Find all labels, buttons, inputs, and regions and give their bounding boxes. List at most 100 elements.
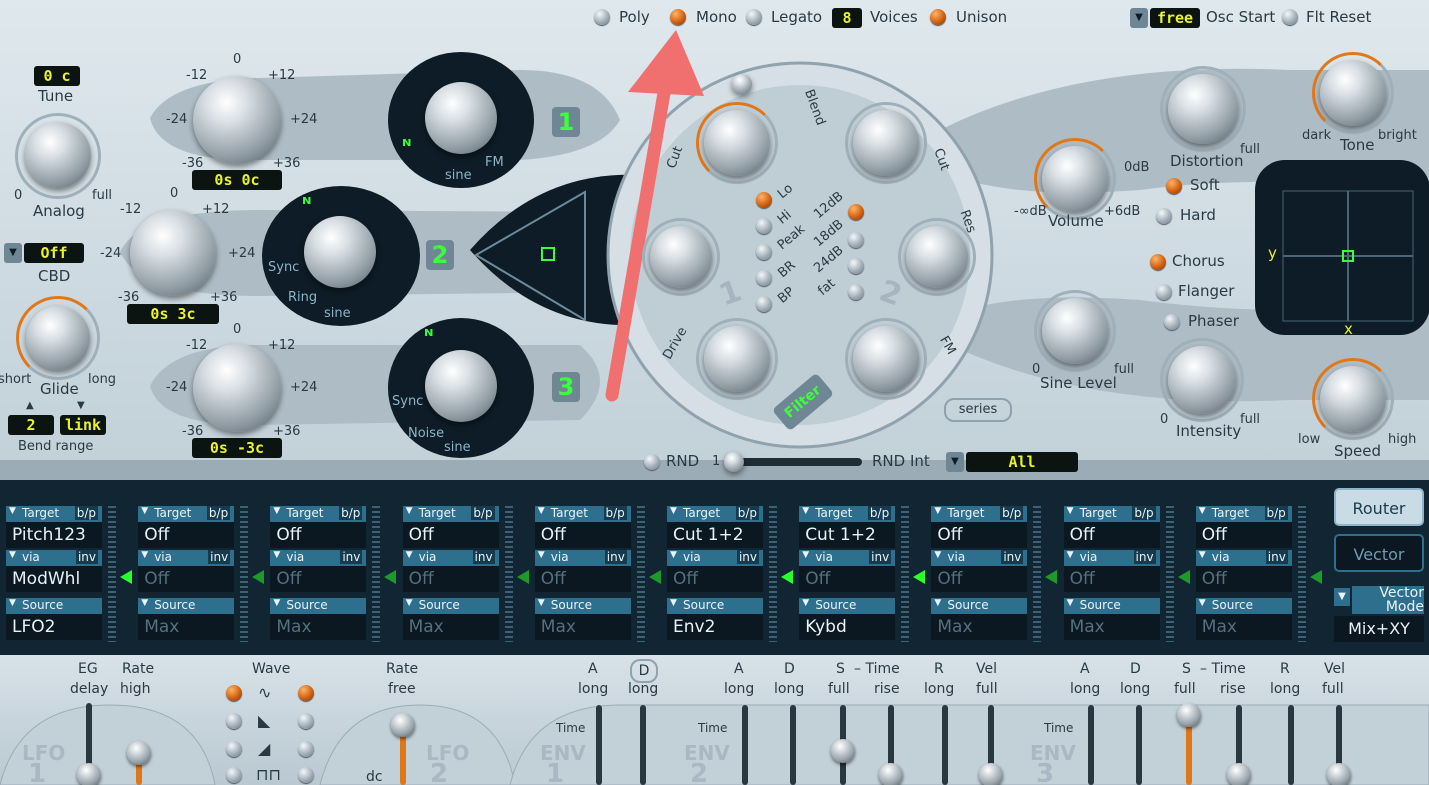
intensity-knob[interactable] (1168, 346, 1236, 414)
flt-reset-led[interactable] (1282, 9, 1298, 25)
filter-mode-br-led[interactable] (756, 270, 772, 286)
cbd-dropdown-icon[interactable]: ▼ (4, 243, 22, 263)
mod-intensity-meter[interactable] (504, 506, 513, 642)
bend-down-field[interactable]: 2 (8, 415, 54, 435)
slot-via-value[interactable]: Off (1195, 566, 1292, 592)
rnd-target-field[interactable]: All (966, 452, 1078, 472)
inv-toggle[interactable]: inv (75, 550, 98, 564)
slot-source-value[interactable]: Max (138, 614, 235, 640)
mod-amount-arrow-icon[interactable] (516, 570, 529, 584)
slot-via-value[interactable]: ModWhl (6, 566, 102, 592)
lfo1-rate-fader-handle[interactable] (127, 741, 151, 765)
env2-rise-fader-handle[interactable] (879, 763, 903, 785)
env1-d-fader-track[interactable] (640, 705, 646, 785)
cbd-field[interactable]: Off (24, 243, 84, 263)
target-dropdown-icon[interactable]: ▼ (406, 506, 413, 516)
mod-intensity-meter[interactable] (636, 506, 645, 642)
phaser-led[interactable] (1164, 314, 1180, 330)
slot-source-value[interactable]: LFO2 (6, 614, 102, 640)
slope-fat-led[interactable] (848, 284, 864, 300)
bend-down-arrow-icon[interactable]: ▼ (77, 400, 85, 411)
rnd-target-dropdown-icon[interactable]: ▼ (946, 452, 964, 472)
tune-field[interactable]: 0 c (34, 66, 80, 86)
bp-toggle[interactable]: b/p (471, 506, 495, 520)
target-dropdown-icon[interactable]: ▼ (670, 506, 677, 516)
slot-target-value[interactable]: Off (534, 522, 631, 548)
filter-mode-bp-led[interactable] (756, 296, 772, 312)
rnd-led[interactable] (644, 454, 660, 470)
voices-field[interactable]: 8 (832, 8, 862, 28)
via-dropdown-icon[interactable]: ▼ (934, 550, 941, 560)
slot-target-value[interactable]: Off (1063, 522, 1160, 548)
source-dropdown-icon[interactable]: ▼ (802, 598, 809, 608)
source-dropdown-icon[interactable]: ▼ (538, 598, 545, 608)
via-dropdown-icon[interactable]: ▼ (9, 550, 16, 560)
vector-mode-field[interactable]: Mix+XY (1334, 616, 1424, 642)
osc1-number[interactable]: 1 (552, 107, 580, 137)
bp-toggle[interactable]: b/p (603, 506, 627, 520)
env3-s-fader-track[interactable] (1186, 725, 1192, 785)
slot-via-value[interactable]: Off (799, 566, 896, 592)
slot-target-value[interactable]: Off (270, 522, 367, 548)
legato-led[interactable] (746, 9, 762, 25)
osc3-tune-knob[interactable] (193, 344, 281, 432)
slot-source-header[interactable]: ▼ Source (402, 598, 499, 614)
bend-up-field[interactable]: link (60, 415, 106, 435)
mod-amount-arrow-icon[interactable] (1309, 570, 1322, 584)
via-dropdown-icon[interactable]: ▼ (141, 550, 148, 560)
env2-a-fader-track[interactable] (742, 705, 748, 785)
env1-a-fader-track[interactable] (596, 705, 602, 785)
slot-source-header[interactable]: ▼ Source (534, 598, 631, 614)
bp-toggle[interactable]: b/p (1264, 506, 1288, 520)
poly-led[interactable] (594, 9, 610, 25)
res2-knob[interactable] (906, 226, 968, 288)
slot-source-header[interactable]: ▼ Source (138, 598, 235, 614)
target-dropdown-icon[interactable]: ▼ (273, 506, 280, 516)
target-dropdown-icon[interactable]: ▼ (802, 506, 809, 516)
slot-source-value[interactable]: Max (270, 614, 367, 640)
mod-amount-arrow-icon[interactable] (1045, 570, 1058, 584)
unison-led[interactable] (930, 9, 946, 25)
env3-r-fader-track[interactable] (1288, 705, 1294, 785)
lfo2-wave-led[interactable] (298, 685, 314, 701)
source-dropdown-icon[interactable]: ▼ (1067, 598, 1074, 608)
slot-target-value[interactable]: Off (1195, 522, 1292, 548)
target-dropdown-icon[interactable]: ▼ (1067, 506, 1074, 516)
osc-start-dropdown-icon[interactable]: ▼ (1130, 8, 1148, 28)
source-dropdown-icon[interactable]: ▼ (934, 598, 941, 608)
mono-led[interactable] (670, 9, 686, 25)
vector-xy-pad[interactable] (1283, 191, 1413, 321)
via-dropdown-icon[interactable]: ▼ (406, 550, 413, 560)
via-dropdown-icon[interactable]: ▼ (802, 550, 809, 560)
slot-source-value[interactable]: Max (402, 614, 499, 640)
bp-toggle[interactable]: b/p (1000, 506, 1024, 520)
inv-toggle[interactable]: inv (736, 550, 759, 564)
filter-blend-slider[interactable] (732, 74, 752, 94)
osc1-tune-knob[interactable] (193, 76, 281, 164)
slot-target-header[interactable]: ▼ Target b/p (799, 506, 896, 522)
inv-toggle[interactable]: inv (1265, 550, 1288, 564)
source-dropdown-icon[interactable]: ▼ (9, 598, 16, 608)
slot-via-value[interactable]: Off (931, 566, 1028, 592)
mod-amount-arrow-icon[interactable] (1177, 570, 1190, 584)
source-dropdown-icon[interactable]: ▼ (273, 598, 280, 608)
target-dropdown-icon[interactable]: ▼ (934, 506, 941, 516)
slot-via-value[interactable]: Off (534, 566, 631, 592)
bp-toggle[interactable]: b/p (867, 506, 892, 520)
mod-intensity-meter[interactable] (1165, 506, 1174, 642)
router-button[interactable]: Router (1334, 488, 1424, 526)
filter-fm-knob[interactable] (853, 326, 919, 392)
rnd-int-slider-track[interactable] (724, 458, 862, 466)
slot-source-value[interactable]: Max (931, 614, 1028, 640)
mod-amount-arrow-icon[interactable] (252, 570, 265, 584)
vector-button[interactable]: Vector (1334, 534, 1424, 572)
slope-18db-led[interactable] (848, 232, 864, 248)
speed-knob[interactable] (1320, 366, 1386, 432)
filter-mode-lo-led[interactable] (756, 192, 772, 208)
mod-intensity-meter[interactable] (901, 506, 910, 642)
slot-source-header[interactable]: ▼ Source (6, 598, 102, 614)
tone-knob[interactable] (1320, 60, 1386, 126)
target-dropdown-icon[interactable]: ▼ (1199, 506, 1206, 516)
mod-amount-arrow-icon[interactable] (120, 570, 132, 584)
res1-knob[interactable] (650, 226, 712, 288)
